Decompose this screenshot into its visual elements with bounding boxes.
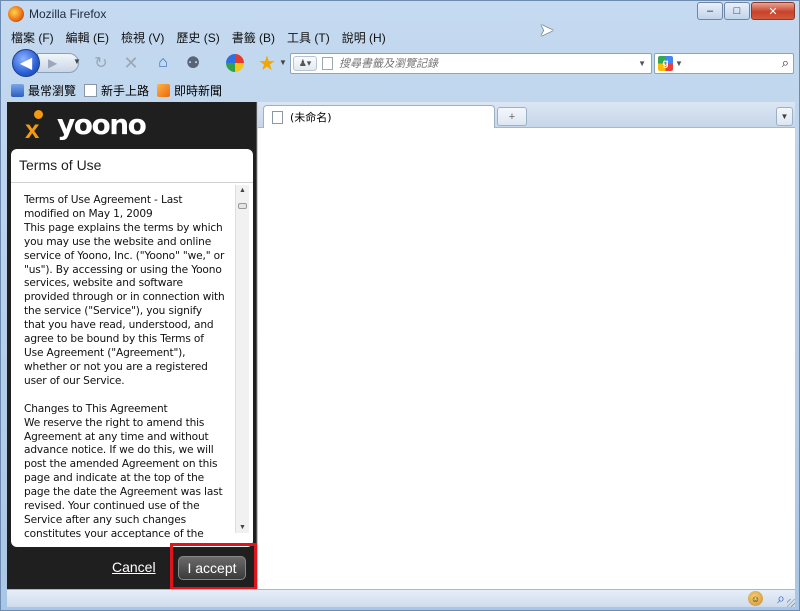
menu-file[interactable]: 檔案 (F) xyxy=(11,29,54,46)
zoom-icon[interactable]: ⌕ xyxy=(777,590,785,607)
navigation-toolbar: ▶ ◀ ▼ ↻ ✕ ⌂ ⚉ ★ ▼ ♟▾ ▼ g ▼ ⌕ xyxy=(7,46,795,78)
browser-window: Mozilla Firefox – □ ✕ ➤ 檔案 (F) 編輯 (E) 檢視… xyxy=(0,0,800,611)
new-tab-button[interactable]: + xyxy=(497,107,527,126)
bookmark-label: 最常瀏覽 xyxy=(28,83,77,98)
menu-tools[interactable]: 工具 (T) xyxy=(287,29,330,46)
page-content[interactable] xyxy=(258,128,795,589)
yoono-logo: x yoono xyxy=(23,108,147,142)
share-icon[interactable]: ⚉ xyxy=(183,53,203,73)
history-dropdown-icon[interactable]: ▼ xyxy=(73,57,81,66)
page-icon xyxy=(322,57,333,70)
bookmark-label: 新手上路 xyxy=(101,83,150,98)
menu-edit[interactable]: 編輯 (E) xyxy=(66,29,109,46)
google-icon: g xyxy=(658,56,673,71)
home-icon[interactable]: ⌂ xyxy=(153,53,173,73)
cancel-button[interactable]: Cancel xyxy=(112,559,156,575)
resize-grip[interactable] xyxy=(787,599,795,607)
menu-bookmarks[interactable]: 書籤 (B) xyxy=(232,29,275,46)
tab-list-icon[interactable]: ▼ xyxy=(776,107,793,126)
terms-scrollbar[interactable]: ▲ ▼ xyxy=(235,185,249,533)
status-bar: ☺ ⌕ xyxy=(7,589,795,607)
back-button[interactable]: ◀ xyxy=(12,49,40,77)
search-engine-selector[interactable]: g ▼ xyxy=(658,56,684,71)
minimize-button[interactable]: – xyxy=(697,2,723,20)
window-title: Mozilla Firefox xyxy=(29,7,107,21)
terms-text[interactable]: Terms of Use Agreement - Last modified o… xyxy=(24,194,226,538)
terms-title: Terms of Use xyxy=(19,157,102,173)
stop-icon[interactable]: ✕ xyxy=(121,53,141,73)
terms-paragraph: Terms of Use Agreement - Last modified o… xyxy=(24,194,225,387)
reload-icon[interactable]: ↻ xyxy=(91,53,111,73)
scroll-thumb[interactable] xyxy=(238,203,247,209)
yoono-status-icon[interactable]: ☺ xyxy=(748,591,763,606)
menu-help[interactable]: 說明 (H) xyxy=(342,29,386,46)
menu-bar: 檔案 (F) 編輯 (E) 檢視 (V) 歷史 (S) 書籤 (B) 工具 (T… xyxy=(7,28,795,46)
url-bar[interactable]: ♟▾ ▼ xyxy=(290,53,652,74)
terms-paragraph: Changes to This Agreement We reserve the… xyxy=(24,402,223,538)
url-input[interactable] xyxy=(339,55,629,72)
menu-history[interactable]: 歷史 (S) xyxy=(176,29,219,46)
forward-icon: ▶ xyxy=(48,56,58,70)
site-identity-icon[interactable]: ♟▾ xyxy=(293,56,317,71)
yoono-sidebar: x yoono Terms of Use Terms of Use Agreem… xyxy=(7,102,257,590)
back-icon: ◀ xyxy=(19,55,33,72)
search-icon[interactable]: ⌕ xyxy=(782,55,789,71)
scroll-down-icon[interactable]: ▼ xyxy=(239,524,246,531)
tab-untitled[interactable]: (未命名) xyxy=(263,105,495,128)
accept-button[interactable]: I accept xyxy=(178,556,246,580)
tab-bar: (未命名) + ▼ xyxy=(258,102,795,128)
scroll-up-icon[interactable]: ▲ xyxy=(239,187,246,194)
rss-icon xyxy=(157,83,171,97)
most-visited-icon xyxy=(11,83,24,97)
bookmarks-toolbar: 最常瀏覽 新手上路 即時新聞 xyxy=(7,80,795,100)
yoono-mark-icon: x xyxy=(23,110,53,142)
page-icon xyxy=(272,110,283,124)
bookmark-latest-headlines[interactable]: 即時新聞 xyxy=(157,82,222,99)
terms-dialog: Terms of Use Terms of Use Agreement - La… xyxy=(11,149,253,547)
engine-dropdown-icon: ▼ xyxy=(675,59,683,68)
search-bar[interactable]: g ▼ ⌕ xyxy=(654,53,794,74)
globe-icon[interactable] xyxy=(225,53,245,73)
yoono-wordmark: yoono xyxy=(57,108,147,141)
title-bar: Mozilla Firefox – □ ✕ xyxy=(1,1,800,27)
maximize-button[interactable]: □ xyxy=(724,2,750,20)
star-dropdown-icon[interactable]: ▼ xyxy=(279,58,287,67)
divider xyxy=(11,182,253,183)
bookmark-getting-started[interactable]: 新手上路 xyxy=(84,82,149,99)
bookmark-most-visited[interactable]: 最常瀏覽 xyxy=(11,82,76,99)
firefox-icon xyxy=(8,6,24,22)
menu-view[interactable]: 檢視 (V) xyxy=(121,29,164,46)
search-input[interactable] xyxy=(687,55,773,72)
close-button[interactable]: ✕ xyxy=(751,2,795,20)
window-controls: – □ ✕ xyxy=(696,2,795,20)
tab-label: (未命名) xyxy=(290,111,332,124)
url-dropdown-icon[interactable]: ▼ xyxy=(638,59,646,68)
yoono-star-icon[interactable]: ★ xyxy=(257,53,277,75)
page-icon xyxy=(84,83,98,97)
bookmark-label: 即時新聞 xyxy=(174,83,223,98)
